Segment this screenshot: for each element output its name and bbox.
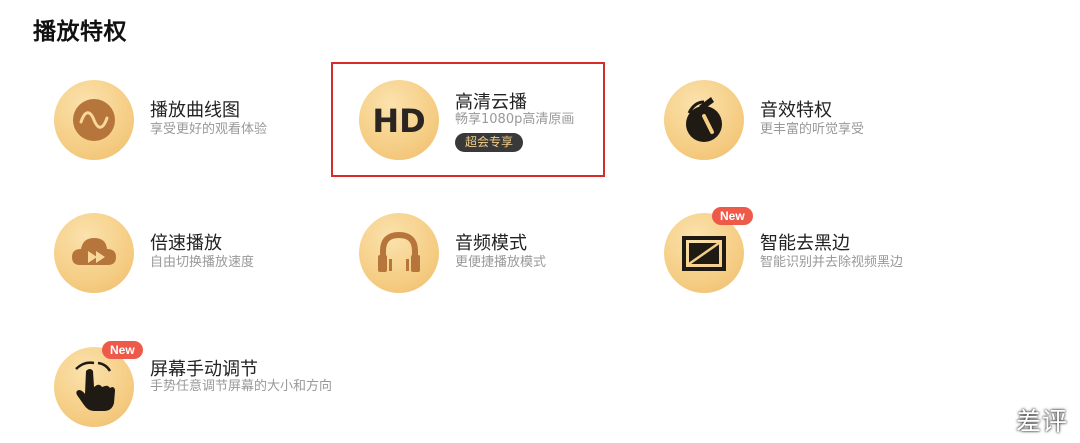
feature-desc: 更丰富的听觉享受 (760, 122, 865, 137)
feature-playback-curve[interactable]: 播放曲线图 享受更好的观看体验 (54, 80, 304, 164)
feature-sound-effects[interactable]: 音效特权 更丰富的听觉享受 (664, 80, 914, 164)
feature-title: 屏幕手动调节 (150, 359, 258, 380)
feature-smart-crop[interactable]: New 智能去黑边 智能识别并去除视频黑边 (664, 207, 914, 297)
new-badge: New (712, 207, 753, 225)
feature-audio-mode[interactable]: 音频模式 更便捷播放模式 (359, 213, 609, 297)
feature-title: 智能去黑边 (760, 233, 850, 254)
feature-title: 音频模式 (455, 233, 527, 254)
feature-title: 播放曲线图 (150, 100, 240, 121)
feature-desc: 更便捷播放模式 (455, 255, 547, 270)
wave-curve-icon (54, 80, 134, 160)
feature-title: 音效特权 (760, 100, 832, 121)
feature-desc: 自由切换播放速度 (150, 255, 255, 270)
feature-speed-playback[interactable]: 倍速播放 自由切换播放速度 (54, 213, 304, 297)
speed-cloud-icon (54, 213, 134, 293)
feature-desc: 智能识别并去除视频黑边 (760, 255, 904, 270)
feature-screen-adjust[interactable]: New 屏幕手动调节 手势任意调节屏幕的大小和方向 (54, 341, 332, 431)
section-title: 播放特权 (33, 19, 127, 45)
feature-desc: 享受更好的观看体验 (150, 122, 268, 137)
new-badge: New (102, 341, 143, 359)
watermark: 差评 (1016, 407, 1069, 436)
feature-desc: 手势任意调节屏幕的大小和方向 (150, 379, 333, 394)
feature-title: 倍速播放 (150, 233, 222, 254)
crop-frame-icon (664, 213, 744, 293)
hand-gesture-icon (54, 347, 134, 427)
highlight-box (331, 62, 605, 177)
music-note-icon (664, 80, 744, 160)
headphones-icon (359, 213, 439, 293)
